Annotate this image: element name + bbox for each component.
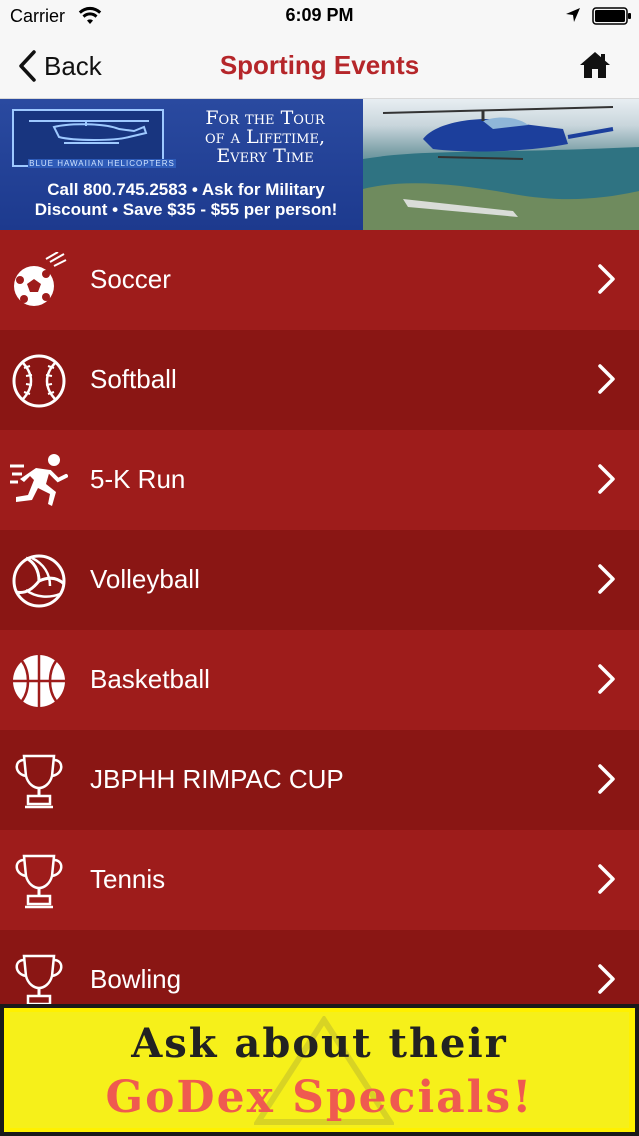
battery-icon (592, 7, 631, 25)
ad-helicopter-photo (363, 99, 639, 230)
ad-tagline: For the Tour of a Lifetime, Every Time (176, 109, 354, 166)
ad-text-panel: BLUE HAWAIIAN HELICOPTERS For the Tour o… (0, 99, 363, 230)
event-label: Basketball (90, 664, 210, 694)
chevron-right-icon (598, 464, 615, 494)
chevron-right-icon (598, 564, 615, 594)
chevron-right-icon (598, 764, 615, 794)
ad-tagline-line-3: Every Time (216, 145, 314, 167)
ad-logo-text: BLUE HAWAIIAN HELICOPTERS (28, 159, 176, 168)
list-item-jbphh-rimpac-cup[interactable]: JBPHH RIMPAC CUP (0, 730, 639, 830)
event-label: 5-K Run (90, 464, 186, 494)
event-label: JBPHH RIMPAC CUP (90, 764, 344, 794)
ad-headline: Ask about their (131, 1020, 508, 1067)
navigation-bar: Back Sporting Events (0, 33, 639, 99)
chevron-right-icon (598, 964, 615, 994)
event-label: Tennis (90, 864, 166, 894)
list-item-soccer[interactable]: Soccer (0, 230, 639, 330)
list-item-softball[interactable]: Softball (0, 330, 639, 430)
trophy-icon (15, 754, 63, 809)
ad-subheadline: GoDex Specials! (105, 1072, 534, 1123)
ad-promo-text: Call 800.745.2583 • Ask for Military Dis… (16, 180, 356, 220)
sporting-events-list: Soccer Softball 5-K Run Volleyball Baske… (0, 230, 639, 1030)
ad-promo-line-2: Discount • Save $35 - $55 per person! (34, 200, 338, 219)
chevron-right-icon (598, 864, 615, 894)
event-label: Soccer (90, 264, 171, 294)
helicopter-photo-image (363, 106, 639, 230)
event-label: Bowling (90, 964, 182, 994)
trophy-icon (15, 854, 63, 909)
helicopter-tour-ad-banner[interactable]: BLUE HAWAIIAN HELICOPTERS For the Tour o… (0, 99, 639, 230)
helicopter-logo-icon (29, 120, 149, 144)
trophy-icon (15, 954, 63, 1009)
basketball-icon (13, 655, 65, 707)
list-item-basketball[interactable]: Basketball (0, 630, 639, 730)
list-item-volleyball[interactable]: Volleyball (0, 530, 639, 630)
softball-icon (12, 354, 66, 408)
ad-promo-line-1: Call 800.745.2583 • Ask for Military (47, 180, 325, 199)
event-label: Volleyball (90, 564, 200, 594)
soccer-ball-icon (14, 252, 67, 306)
status-bar: Carrier 6:09 PM (0, 0, 639, 33)
location-arrow-icon (566, 8, 580, 22)
event-label: Softball (90, 364, 177, 394)
page-title: Sporting Events (219, 50, 420, 80)
volleyball-icon (12, 554, 66, 608)
chevron-right-icon (598, 264, 615, 294)
list-item-5k-run[interactable]: 5-K Run (0, 430, 639, 530)
ad-logo: BLUE HAWAIIAN HELICOPTERS (12, 109, 176, 168)
list-item-tennis[interactable]: Tennis (0, 830, 639, 930)
home-icon[interactable] (578, 50, 612, 80)
runner-icon (10, 454, 68, 506)
status-time: 6:09 PM (285, 5, 354, 25)
godex-specials-ad-banner[interactable]: Ask about their GoDex Specials! (0, 1004, 639, 1136)
chevron-right-icon (598, 364, 615, 394)
chevron-right-icon (598, 664, 615, 694)
